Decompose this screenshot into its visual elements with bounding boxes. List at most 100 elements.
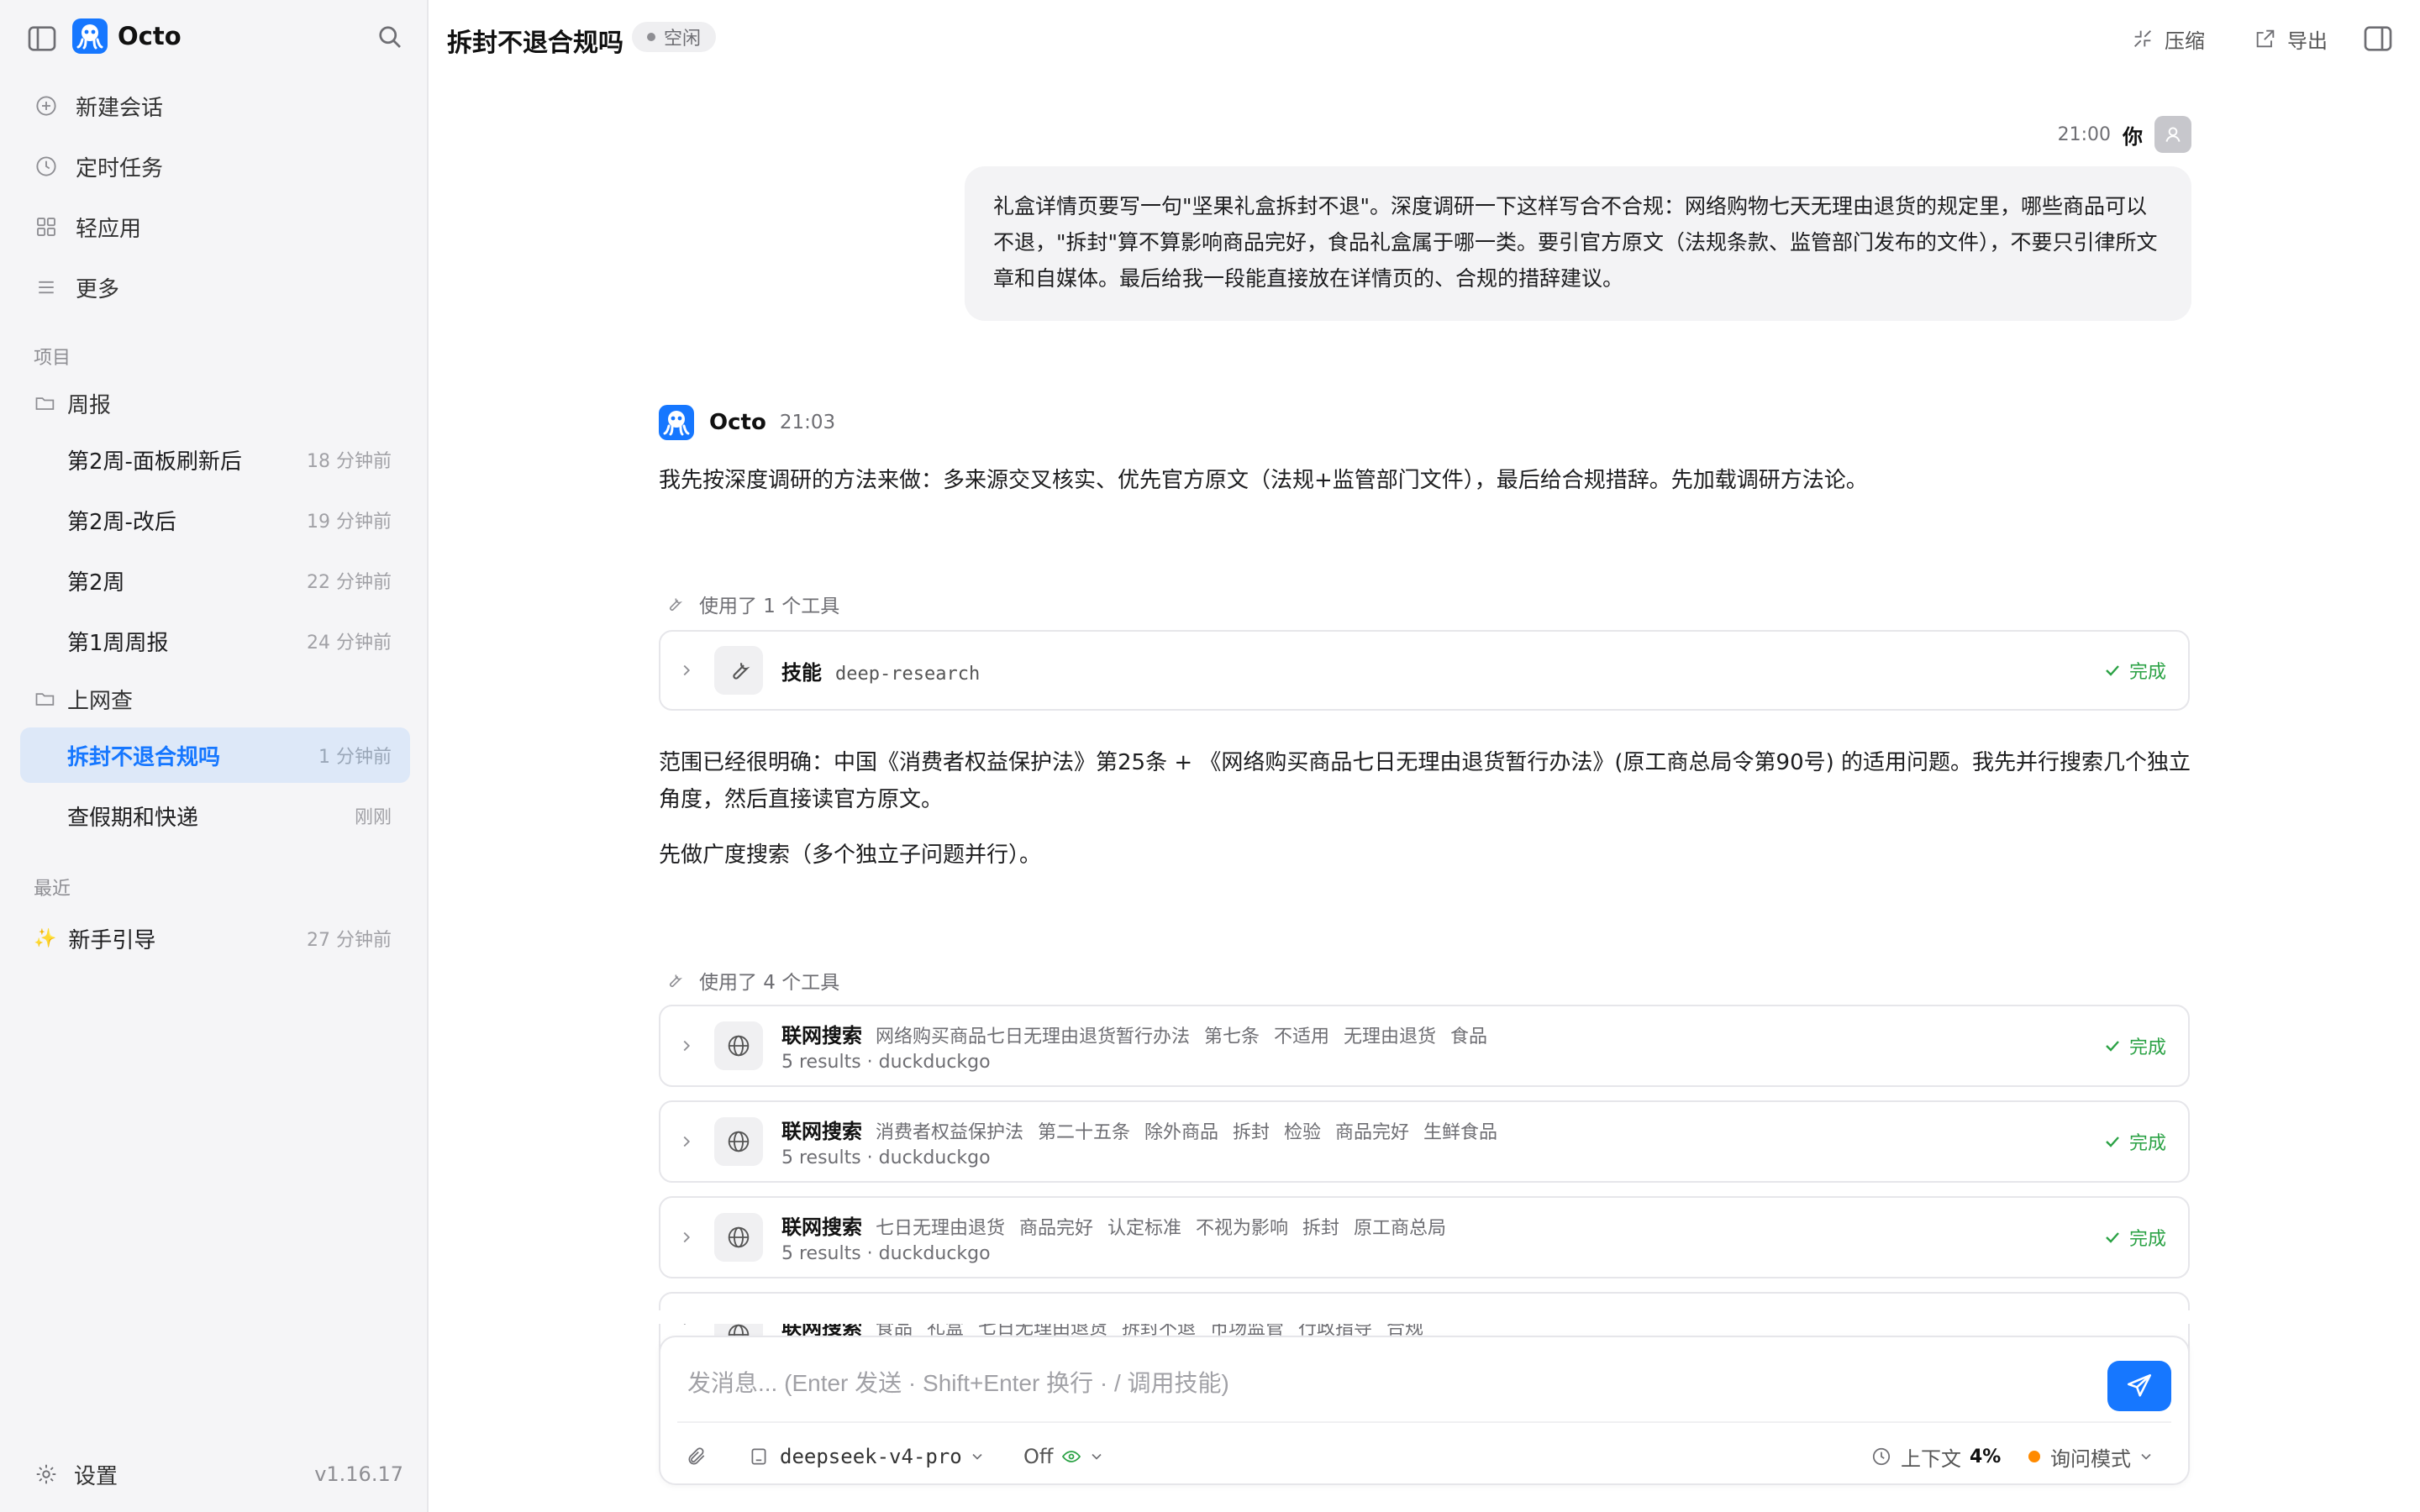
model-selector[interactable]: deepseek-v4-pro (748, 1438, 986, 1475)
chat-item[interactable]: 第2周-面板刷新后 18 分钟前 (20, 432, 410, 487)
chat-item[interactable]: 第1周周报 24 分钟前 (20, 613, 410, 669)
chevron-right-icon[interactable] (677, 1132, 696, 1151)
conversation-title: 拆封不退合规吗 (447, 29, 623, 58)
user-message-time: 21:00 (2057, 123, 2111, 145)
send-icon (2127, 1373, 2152, 1397)
tool-call-skill[interactable]: 技能 deep-research 完成 (659, 630, 2190, 711)
octo-logo (72, 18, 108, 54)
mode-selector[interactable]: 询问模式 (2028, 1438, 2154, 1475)
tool-name: 技能 (781, 660, 822, 685)
search-query: 消费者权益保护法 第二十五条 除外商品 拆封 检验 商品完好 生鲜食品 (876, 1122, 1497, 1143)
message-input[interactable] (686, 1357, 2067, 1410)
chat-item[interactable]: 第2周 22 分钟前 (20, 553, 410, 608)
check-icon (2106, 1137, 2119, 1147)
nav-more-label: 更多 (76, 276, 120, 302)
nav-scheduled-tasks[interactable]: 定时任务 (34, 143, 403, 190)
folder-name: 周报 (67, 392, 112, 418)
chat-item-active[interactable]: 拆封不退合规吗 1 分钟前 (20, 727, 410, 783)
search-meta: 5 results · duckduckgo (781, 1052, 991, 1073)
chat-time: 24 分钟前 (307, 633, 392, 654)
model-name: deepseek-v4-pro (780, 1445, 962, 1468)
eye-icon (1062, 1451, 1081, 1462)
folder-name: 上网查 (67, 688, 134, 714)
chat-title: 第2周 (67, 570, 125, 596)
chat-time: 1 分钟前 (318, 747, 392, 768)
model-icon (751, 1448, 766, 1465)
settings-button[interactable]: 设置 (34, 1459, 118, 1490)
context-usage[interactable]: 上下文 4% (1870, 1438, 2001, 1475)
tool-status: 完成 (2102, 1032, 2166, 1059)
tools-used-header[interactable]: 使用了 1 个工具 (664, 590, 839, 618)
search-query: 网络购买商品七日无理由退货暂行办法 第七条 不适用 无理由退货 食品 (876, 1026, 1487, 1047)
recent-title: 新手引导 (68, 927, 156, 953)
tool-status-text: 完成 (2128, 1037, 2166, 1058)
folder-open-icon (35, 397, 55, 410)
chat-title: 第1周周报 (67, 630, 169, 656)
folder-web-search[interactable]: 上网查 (34, 680, 133, 717)
nav-new-chat[interactable]: 新建会话 (34, 82, 403, 129)
settings-label: 设置 (74, 1463, 118, 1489)
tools-used-header[interactable]: 使用了 4 个工具 (664, 966, 839, 995)
projects-section-label: 项目 (34, 348, 71, 369)
wrench-icon (670, 598, 683, 611)
chat-item[interactable]: 第2周-改后 19 分钟前 (20, 492, 410, 548)
clock-icon (1872, 1447, 1891, 1466)
tools-used-label: 使用了 4 个工具 (699, 972, 840, 994)
user-message-meta: 21:00 你 (2058, 116, 2191, 153)
chat-time: 22 分钟前 (307, 572, 392, 593)
nav-new-chat-label: 新建会话 (76, 95, 164, 121)
tool-call-web-search[interactable]: 联网搜索 消费者权益保护法 第二十五条 除外商品 拆封 检验 商品完好 生鲜食品… (659, 1100, 2190, 1183)
compress-button[interactable]: 压缩 (2131, 22, 2205, 55)
status-dot (647, 33, 655, 41)
chevron-down-icon (1092, 1453, 1102, 1460)
chat-time: 18 分钟前 (307, 451, 392, 472)
sidebar-toggle-icon[interactable] (25, 22, 59, 55)
user-name: 你 (2123, 124, 2143, 149)
chat-title: 第2周-改后 (67, 509, 176, 535)
recent-section-label: 最近 (34, 879, 71, 900)
globe-icon (728, 1035, 750, 1057)
tools-used-label: 使用了 1 个工具 (699, 596, 840, 617)
app-name: Octo (118, 22, 182, 50)
tool-icon-box (714, 1213, 763, 1262)
assistant-paragraph: 范围已经很明确：中国《消费者权益保护法》第25条 + 《网络购买商品七日无理由退… (659, 750, 2191, 812)
reasoning-toggle[interactable]: Off (1023, 1438, 1105, 1475)
folder-weekly-report[interactable]: 周报 (34, 385, 111, 422)
assistant-message-time: 21:03 (779, 412, 836, 433)
export-button[interactable]: 导出 (2254, 22, 2328, 55)
check-icon (2106, 1232, 2119, 1243)
chat-title: 第2周-面板刷新后 (67, 449, 242, 475)
tool-call-web-search[interactable]: 联网搜索 七日无理由退货 商品完好 认定标准 不视为影响 拆封 原工商总局 5 … (659, 1196, 2190, 1278)
plus-circle-icon (36, 96, 56, 116)
chat-time: 刚刚 (354, 807, 392, 828)
chevron-down-icon (972, 1453, 982, 1460)
right-panel-toggle-icon[interactable] (2361, 22, 2395, 55)
chevron-right-icon[interactable] (677, 1228, 696, 1247)
wrench-icon (670, 974, 683, 987)
chat-item[interactable]: 查假期和快递 刚刚 (20, 788, 410, 843)
tool-call-body: 联网搜索 消费者权益保护法 第二十五条 除外商品 拆封 检验 商品完好 生鲜食品… (781, 1115, 2102, 1168)
chevron-right-icon[interactable] (677, 1037, 696, 1055)
recent-item[interactable]: ✨ 新手引导 27 分钟前 (34, 916, 410, 961)
nav-scheduled-tasks-label: 定时任务 (76, 155, 164, 181)
tool-args: deep-research (835, 663, 981, 685)
search-icon[interactable] (375, 22, 405, 52)
reasoning-label: Off (1023, 1445, 1054, 1468)
search-meta: 5 results · duckduckgo (781, 1243, 991, 1264)
chevron-right-icon[interactable] (677, 661, 696, 680)
context-value: 4% (1970, 1446, 2002, 1467)
chat-title: 拆封不退合规吗 (67, 744, 221, 770)
check-icon (2106, 1041, 2119, 1052)
nav-more[interactable]: 更多 (34, 264, 403, 311)
sparkle-icon: ✨ (34, 927, 57, 949)
scroll-mask (639, 1310, 2218, 1324)
export-label: 导出 (2287, 29, 2328, 53)
sidebar-footer: 设置 v1.16.17 (34, 1453, 403, 1495)
tool-status: 完成 (2102, 1224, 2166, 1251)
send-button[interactable] (2107, 1361, 2171, 1411)
tool-call-web-search[interactable]: 联网搜索 网络购买商品七日无理由退货暂行办法 第七条 不适用 无理由退货 食品 … (659, 1005, 2190, 1087)
tool-icon-box (714, 1117, 763, 1166)
sidebar: Octo 新建会话 定时任务 轻应用 更多 项目 周报 第2周-面板刷新后 18… (0, 0, 429, 1512)
nav-light-apps[interactable]: 轻应用 (34, 203, 403, 250)
attach-button[interactable] (686, 1438, 708, 1475)
